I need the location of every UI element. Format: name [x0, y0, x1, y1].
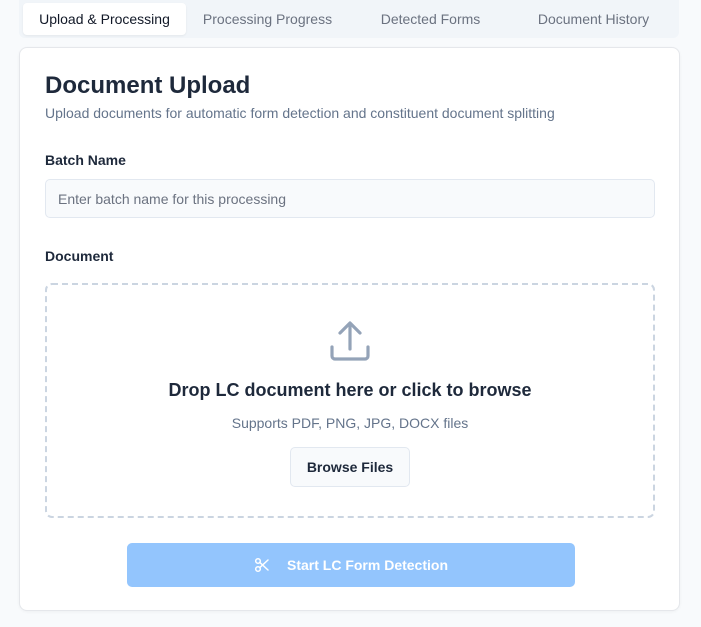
dropzone-title: Drop LC document here or click to browse	[168, 380, 532, 400]
upload-icon	[330, 321, 370, 361]
start-lc-form-detection-button[interactable]: Start LC Form Detection	[127, 543, 575, 587]
tab-detected-forms[interactable]: Detected Forms	[349, 3, 512, 35]
browse-files-button[interactable]: Browse Files	[289, 447, 411, 487]
dropzone-subtitle: Supports PDF, PNG, JPG, DOCX files	[231, 415, 469, 431]
document-dropzone[interactable]: Drop LC document here or click to browse…	[45, 283, 655, 518]
batch-name-label: Batch Name	[45, 152, 126, 168]
tab-processing-progress[interactable]: Processing Progress	[186, 3, 349, 35]
batch-name-input[interactable]	[45, 179, 655, 218]
card-title: Document Upload	[45, 72, 251, 99]
tab-document-history[interactable]: Document History	[512, 3, 675, 35]
tab-bar: Upload & Processing Processing Progress …	[19, 0, 679, 38]
tab-upload-processing[interactable]: Upload & Processing	[23, 3, 186, 35]
document-label: Document	[45, 248, 114, 264]
upload-card: Document Upload Upload documents for aut…	[19, 47, 680, 611]
start-button-label: Start LC Form Detection	[286, 557, 448, 573]
card-subtitle: Upload documents for automatic form dete…	[45, 105, 555, 121]
scissors-icon	[254, 557, 269, 573]
